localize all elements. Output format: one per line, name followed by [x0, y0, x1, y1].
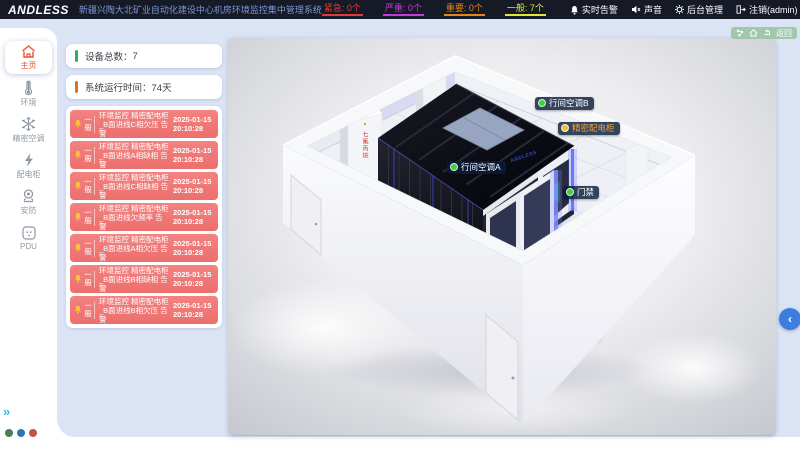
sidebar-item-home[interactable]: 主页 — [5, 41, 52, 74]
alarm-timestamp: 2025-01-15 20:10:28 — [173, 270, 215, 288]
realtime-alarm-button[interactable]: 实时告警 — [570, 3, 618, 16]
marker-precision-power-cabinet[interactable]: 精密配电柜 — [558, 122, 620, 135]
alarm-timestamp: 2025-01-15 20:10:28 — [173, 146, 215, 164]
status-dot-icon — [566, 188, 574, 196]
alarm-level-badge: 一般 — [84, 209, 95, 226]
alarm-message: 环境监控 精密配电柜_B面进线A相缺相 告警 — [99, 142, 170, 169]
sidebar-item-power-cabinet[interactable]: 配电柜 — [5, 149, 52, 182]
alarm-message: 环境监控 精密配电柜_B面进线B相欠压 告警 — [99, 297, 170, 324]
alarm-timestamp: 2025-01-15 20:10:28 — [173, 239, 215, 257]
uptime-card: 系统运行时间： 74天 — [66, 75, 222, 99]
alarm-bell-icon — [74, 177, 82, 195]
alarm-bell-icon — [74, 239, 82, 257]
alarm-list-item[interactable]: 一般 环境监控 精密配电柜_B面进线A相缺相 告警 2025-01-15 20:… — [70, 141, 218, 169]
blue-dot-icon — [17, 429, 25, 437]
device-count-value: 7 — [133, 51, 138, 62]
app-window: ANDLESS 新疆兴陶大北矿业自动化建设中心机房环境监控集中管理系统 紧急: … — [0, 0, 800, 449]
overview-panel: 设备总数： 7 系统运行时间： 74天 一般 环境监控 精密配电柜_B面进线C相… — [66, 44, 222, 328]
alarm-message: 环境监控 精密配电柜_B面进线A相欠压 告警 — [99, 235, 170, 262]
alarm-bell-icon — [74, 146, 82, 164]
device-count-label: 设备总数： — [85, 49, 133, 63]
alarm-level-badge: 一般 — [84, 147, 95, 164]
status-dot-icon — [561, 124, 569, 132]
alarm-level-severe[interactable]: 严重: 0个 — [383, 3, 424, 16]
socket-icon — [21, 225, 37, 242]
bell-icon — [570, 5, 579, 15]
alarm-bell-icon — [74, 270, 82, 288]
top-navbar: ANDLESS 新疆兴陶大北矿业自动化建设中心机房环境监控集中管理系统 紧急: … — [0, 0, 800, 19]
alarm-list-item[interactable]: 一般 环境监控 精密配电柜_B面进线B相缺相 告警 2025-01-15 20:… — [70, 265, 218, 293]
marker-row-ac-b[interactable]: 行间空调B — [535, 97, 594, 110]
marker-row-ac-a[interactable]: 行间空调A — [447, 161, 506, 174]
speaker-icon — [631, 5, 641, 14]
alarm-list-item[interactable]: 一般 环境监控 精密配电柜_B面进线C相欠压 告警 2025-01-15 20:… — [70, 110, 218, 138]
footer-status-dots — [5, 429, 37, 437]
alarm-level-badge: 一般 — [84, 116, 95, 133]
alarm-timestamp: 2025-01-15 20:10:28 — [173, 301, 215, 319]
sidebar-nav: 主页 环境 精密空调 配电柜 安防 PDU — [0, 28, 57, 449]
gear-icon — [675, 5, 684, 14]
alarm-bell-icon — [74, 301, 82, 319]
room-3d-canvas — [228, 38, 776, 436]
sidebar-item-precision-ac[interactable]: 精密空调 — [5, 113, 52, 146]
system-title: 新疆兴陶大北矿业自动化建设中心机房环境监控集中管理系统 — [79, 3, 322, 16]
alarm-level-badge: 一般 — [84, 271, 95, 288]
home-icon — [20, 44, 37, 60]
alarm-timestamp: 2025-01-15 20:10:28 — [173, 208, 215, 226]
uptime-value: 74天 — [152, 80, 172, 94]
scene-toolbar[interactable]: 返回 — [731, 27, 797, 39]
camera-icon — [20, 188, 37, 205]
collapse-panel-button[interactable]: ‹ — [779, 308, 800, 330]
alarm-list-item[interactable]: 一般 环境监控 精密配电柜_B面进线欠频率 告警 2025-01-15 20:1… — [70, 203, 218, 231]
alarm-level-badge: 一般 — [84, 240, 95, 257]
alarm-level-important[interactable]: 重要: 0个 — [444, 3, 485, 16]
alarm-list-item[interactable]: 一般 环境监控 精密配电柜_B面进线A相欠压 告警 2025-01-15 20:… — [70, 234, 218, 262]
alarm-level-badge: 一般 — [84, 302, 95, 319]
status-dot-icon — [450, 163, 458, 171]
home-view-icon — [749, 29, 758, 37]
alarm-list: 一般 环境监控 精密配电柜_B面进线C相欠压 告警 2025-01-15 20:… — [66, 106, 222, 328]
stat-accent-bar — [75, 50, 78, 62]
alarm-message: 环境监控 精密配电柜_B面进线欠频率 告警 — [99, 204, 170, 231]
sidebar-item-environment[interactable]: 环境 — [5, 77, 52, 110]
expand-chevrons-icon[interactable]: » — [3, 405, 8, 418]
alarm-level-filters: 紧急: 0个 严重: 0个 重要: 0个 一般: 7个 — [322, 3, 546, 16]
logout-button[interactable]: 注销(admin) — [736, 3, 798, 16]
status-dot-icon — [538, 99, 546, 107]
alarm-list-item[interactable]: 一般 环境监控 精密配电柜_B面进线C相缺相 告警 2025-01-15 20:… — [70, 172, 218, 200]
fire-cabinet-label: 七氟丙烷 — [361, 131, 367, 159]
alarm-bell-icon — [74, 115, 82, 133]
device-count-card: 设备总数： 7 — [66, 44, 222, 68]
lightning-icon — [22, 152, 36, 169]
logout-icon — [736, 5, 746, 14]
stat-accent-bar — [75, 81, 78, 93]
alarm-timestamp: 2025-01-15 20:10:28 — [173, 177, 215, 195]
brand-logo: ANDLESS — [8, 3, 69, 17]
marker-access-control[interactable]: 门禁 — [563, 186, 599, 199]
alarm-level-general[interactable]: 一般: 7个 — [505, 3, 546, 16]
alarm-bell-icon — [74, 208, 82, 226]
alarm-level-urgent[interactable]: 紧急: 0个 — [322, 3, 363, 16]
alarm-level-badge: 一般 — [84, 178, 95, 195]
alarm-timestamp: 2025-01-15 20:10:28 — [173, 115, 215, 133]
thermometer-icon — [20, 80, 37, 97]
sidebar-item-security[interactable]: 安防 — [5, 185, 52, 218]
alarm-message: 环境监控 精密配电柜_B面进线C相欠压 告警 — [99, 111, 170, 138]
navbar-actions: 实时告警 声音 后台管理 注销(admin) — [570, 3, 798, 16]
cube-icon — [736, 29, 744, 37]
red-dot-icon — [29, 429, 37, 437]
admin-console-button[interactable]: 后台管理 — [675, 3, 723, 16]
return-icon — [763, 29, 771, 37]
green-dot-icon — [5, 429, 13, 437]
alarm-message: 环境监控 精密配电柜_B面进线C相缺相 告警 — [99, 173, 170, 200]
uptime-label: 系统运行时间： — [85, 80, 152, 94]
snowflake-icon — [20, 116, 37, 133]
return-label: 返回 — [776, 28, 792, 39]
sidebar-item-pdu[interactable]: PDU — [5, 221, 52, 254]
alarm-list-item[interactable]: 一般 环境监控 精密配电柜_B面进线B相欠压 告警 2025-01-15 20:… — [70, 296, 218, 324]
sound-toggle-button[interactable]: 声音 — [631, 3, 662, 16]
room-3d-view[interactable]: 七氟丙烷 ANDLESS 行间空调B 精密配电柜 行间空调A 门禁 — [228, 38, 776, 436]
alarm-message: 环境监控 精密配电柜_B面进线B相缺相 告警 — [99, 266, 170, 293]
